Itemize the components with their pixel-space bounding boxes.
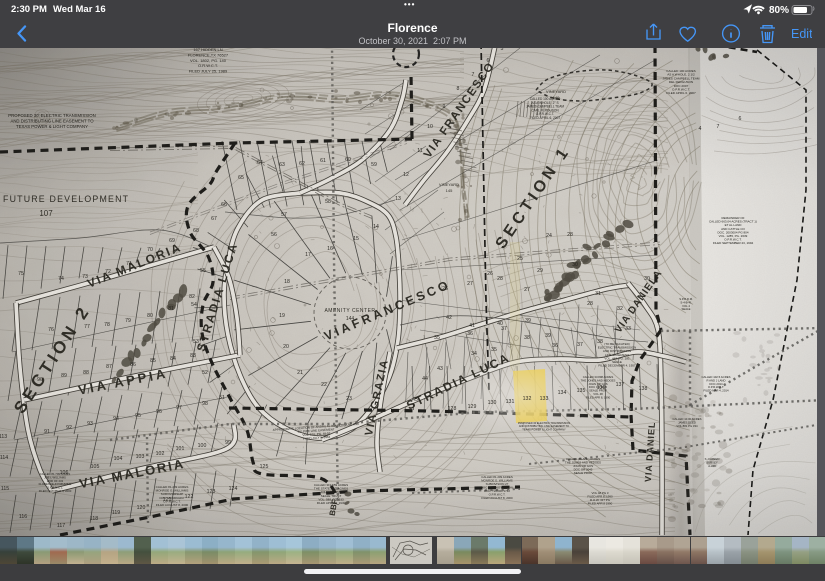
svg-text:Edit: Edit bbox=[791, 27, 812, 41]
svg-text:80%: 80% bbox=[769, 5, 789, 15]
